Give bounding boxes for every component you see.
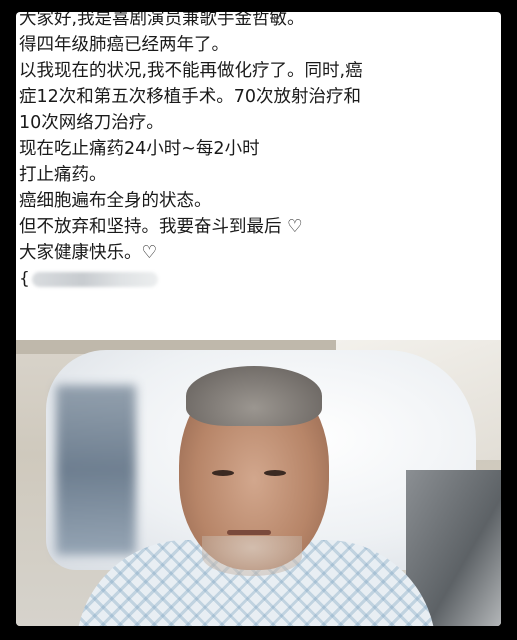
post-line: 症12次和第五次移植手术。70次放射治疗和 [19,87,362,107]
photo-beard [202,536,302,576]
post-line: 大家健康快乐。♡ [19,243,158,263]
post-line: 得四年级肺癌已经两年了。 [19,35,229,55]
photo-hair [186,366,322,426]
post-line: 癌细胞遍布全身的状态。 [19,191,212,211]
handle-brace: { [19,269,30,289]
post-line: 但不放弃和坚持。我要奋斗到最后 ♡ [19,217,303,237]
photo-blurred-label [56,385,136,555]
post-line: 10次网络刀治疗。 [19,113,164,133]
post-line: 现在吃止痛药24小时~每2小时 [19,139,260,159]
blurred-handle-row: { [19,266,499,292]
post-line: 大家好,我是喜剧演员兼歌手金哲敏。 [19,12,305,29]
hospital-bed-photo [16,340,501,626]
post-line: 打止痛药。 [19,165,107,185]
post-line: 以我现在的状况,我不能再做化疗了。同时,癌 [19,61,363,81]
post-card: 大家好,我是喜剧演员兼歌手金哲敏。 得四年级肺癌已经两年了。 以我现在的状况,我… [16,12,501,626]
photo-eye-right [264,470,286,476]
photo-mouth [227,530,271,535]
post-text: 大家好,我是喜剧演员兼歌手金哲敏。 得四年级肺癌已经两年了。 以我现在的状况,我… [19,12,499,292]
blurred-handle [31,271,158,287]
photo-eye-left [212,470,234,476]
